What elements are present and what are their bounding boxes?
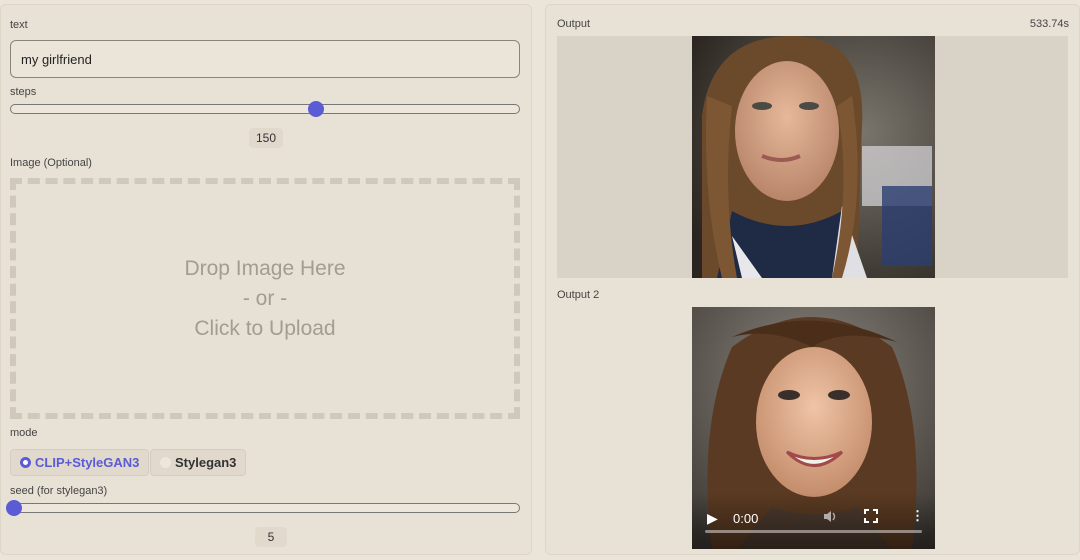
video-controls: ▶ 0:00 ⋮ [692,493,935,549]
seed-label: seed (for stylegan3) [10,485,108,497]
play-icon[interactable]: ▶ [707,510,718,527]
output-2-label: Output 2 [557,289,600,301]
output-video[interactable]: ▶ 0:00 ⋮ [692,307,935,549]
output-image [692,36,935,278]
drop-text-line2: - or - [242,286,288,310]
steps-value-box[interactable]: 150 [249,128,284,148]
output-label: Output [557,18,591,30]
text-label: text [10,19,28,31]
image-label: Image (Optional) [10,157,92,169]
seed-slider[interactable] [5,500,520,516]
steps-slider[interactable] [10,101,520,117]
input-panel: text steps 150 Image (Optional) Drop Ima… [0,4,532,555]
mode-option-clip-stylegan3[interactable]: CLIP+StyleGAN3 [10,449,150,476]
seed-slider-thumb[interactable] [5,500,22,516]
steps-slider-thumb[interactable] [307,101,324,117]
radio-unchecked-icon[interactable] [160,457,171,468]
video-time: 0:00 [733,511,759,526]
output-image-frame [557,36,1068,278]
steps-label: steps [10,86,37,98]
mode-label: mode [10,427,38,439]
drop-text-line1: Drop Image Here [184,256,346,280]
mode-option-label: Stylegan3 [175,455,237,470]
portrait-1-graphic [692,36,935,278]
mode-option-label: CLIP+StyleGAN3 [35,455,140,470]
video-progress-bar[interactable] [705,530,922,533]
more-options-icon[interactable]: ⋮ [911,508,924,524]
seed-value-box[interactable]: 5 [255,527,287,547]
mode-option-stylegan3[interactable]: Stylegan3 [150,449,247,476]
drop-text-line3: Click to Upload [194,316,336,340]
volume-icon[interactable] [822,509,837,527]
fullscreen-icon[interactable] [864,509,878,526]
output-timer: 533.74s [1029,18,1069,30]
radio-checked-icon[interactable] [20,457,31,468]
image-dropzone[interactable]: Drop Image Here - or - Click to Upload [10,178,520,419]
output-panel: Output 533.74s Output 2 ▶ 0:00 ⋮ [545,4,1080,555]
text-input[interactable] [10,40,520,78]
